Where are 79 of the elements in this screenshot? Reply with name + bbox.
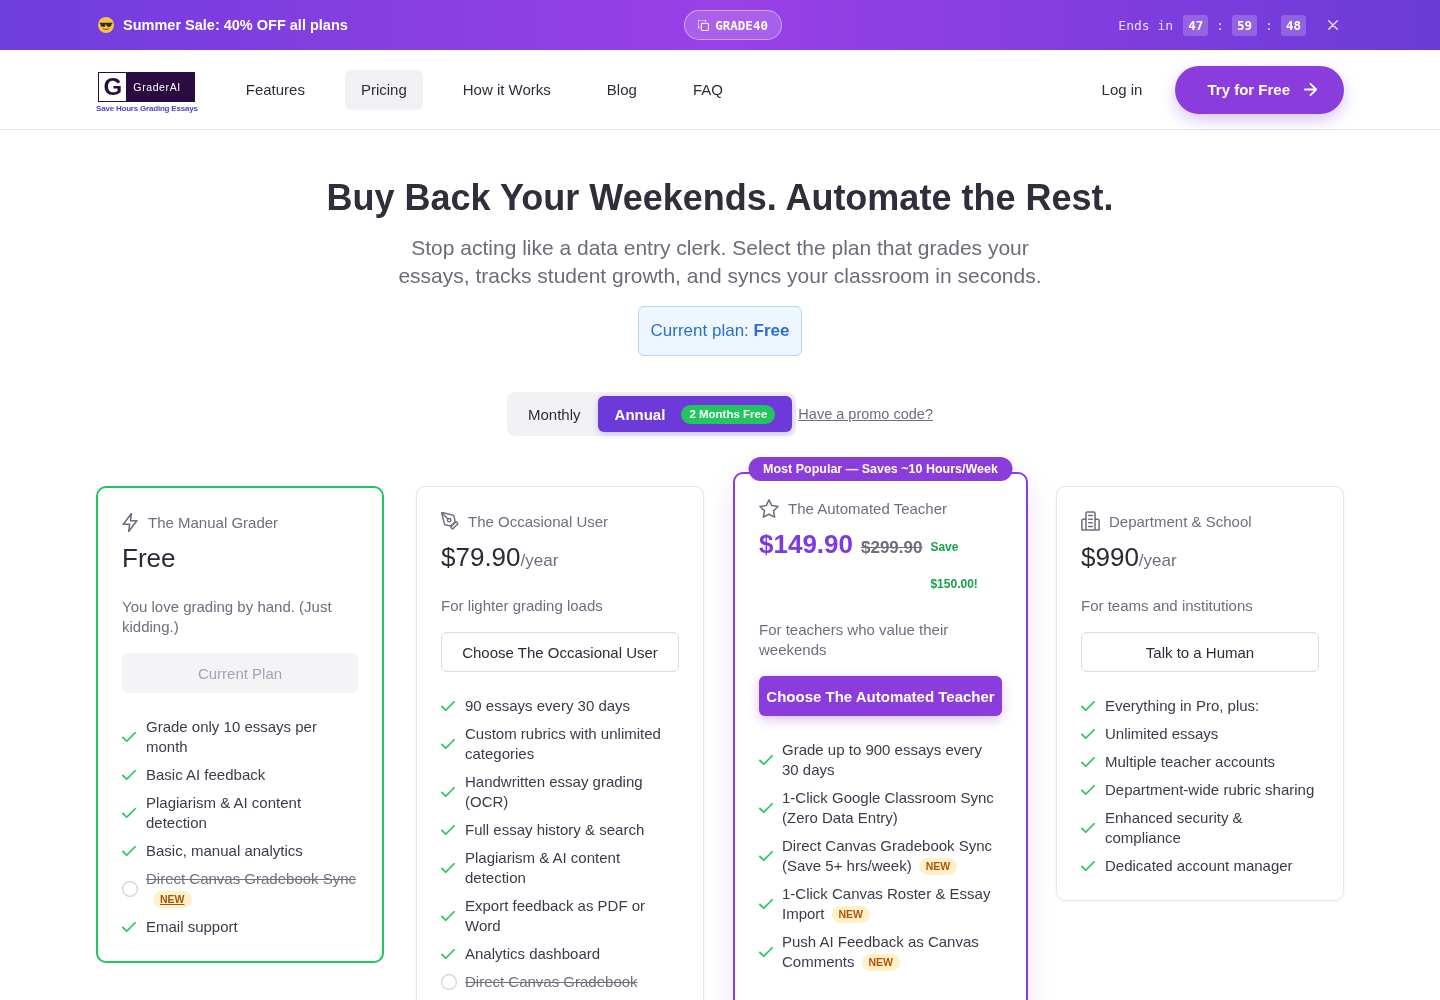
- plan-button[interactable]: Talk to a Human: [1081, 632, 1319, 672]
- logo-wordmark: GraderAI: [133, 80, 181, 93]
- countdown-value: 47: [1183, 14, 1209, 36]
- nav-link[interactable]: Features: [229, 69, 321, 110]
- feature-text: Direct Canvas Gradebook Sync NEW: [146, 869, 358, 909]
- feature-text: 90 essays every 30 days: [465, 696, 631, 716]
- page-subtitle: Stop acting like a data entry clerk. Select the plan that grades your essays, tracks student growth, and syncs your classroom in seconds.: [397, 235, 1043, 289]
- price-period: /year: [520, 551, 559, 570]
- feature-text: Basic, manual analytics: [146, 841, 303, 861]
- logo[interactable]: G GraderAI: [98, 71, 196, 102]
- plan-button[interactable]: Choose The Occasional User: [441, 632, 679, 672]
- plan-name: The Automated Teacher: [788, 499, 947, 517]
- feature-text: Direct Canvas Gradebook Sync (Save 5+ hrs/week) NEW: [782, 836, 994, 876]
- plan-name: The Manual Grader: [148, 513, 279, 531]
- feature-text: Dedicated account manager: [1105, 856, 1293, 876]
- login-link[interactable]: Log in: [1085, 71, 1159, 108]
- feature-text: Enhanced security & compliance: [1105, 808, 1244, 848]
- arrow-right-icon: [1304, 83, 1317, 96]
- countdown-separator: :: [1265, 17, 1273, 33]
- feature-text: Export feedback as PDF or Word: [465, 896, 647, 936]
- plan-price: $990: [1081, 542, 1139, 572]
- nav-link[interactable]: How it Works: [446, 69, 567, 110]
- feature-text: Plagiarism & AI content detection: [465, 848, 622, 888]
- feature-text: Custom rubrics with unlimited categories: [465, 724, 662, 764]
- copy-icon: [698, 19, 710, 31]
- feature-text: 1-Click Google Classroom Sync (Zero Data Entry): [782, 788, 995, 828]
- popular-label: Most Popular — Saves ~10 Hours/Week: [748, 457, 1013, 481]
- office-building-icon: [1081, 511, 1100, 531]
- feature-text: Grade up to 900 essays every 30 days: [782, 740, 984, 780]
- star-icon: [759, 498, 779, 518]
- plan-name: The Occasional User: [468, 512, 609, 530]
- plan-price: Free: [122, 543, 176, 573]
- nav-link[interactable]: Blog: [590, 69, 653, 110]
- feature-text: Unlimited essays: [1105, 724, 1219, 744]
- feature-text: 1-Click Canvas Roster & Essay Import NEW: [782, 884, 992, 924]
- feature-text: Analytics dashboard: [465, 944, 601, 964]
- nav-link[interactable]: Pricing: [344, 69, 423, 110]
- feature-text: Full essay history & search: [465, 820, 645, 840]
- lightning-bolt-icon: [122, 512, 139, 532]
- plan-price: $79.90: [441, 542, 521, 572]
- original-price: $299.90: [861, 538, 923, 557]
- plan-price: $149.90: [759, 529, 853, 559]
- feature-text: Department-wide rubric sharing: [1105, 780, 1315, 800]
- plan-description: For teams and institutions: [1081, 596, 1254, 616]
- page-title: Buy Back Your Weekends. Automate the Rest.: [325, 176, 1115, 220]
- savings-note: Save $150.00!: [930, 539, 978, 593]
- pen-nib-icon: [441, 512, 459, 530]
- try-for-free-button[interactable]: Try for Free: [1175, 65, 1344, 114]
- feature-text: Multiple teacher accounts: [1105, 752, 1276, 772]
- feature-text: Basic AI feedback: [146, 765, 266, 785]
- countdown-label: Ends in: [1118, 17, 1174, 33]
- promo-code-link[interactable]: Have a promo code?: [798, 406, 933, 422]
- current-plan-notice: Current plan: Free: [637, 306, 803, 356]
- feature-text: Push AI Feedback as Canvas Comments NEW: [782, 932, 980, 972]
- feature-text: Grade only 10 essays per month: [146, 717, 318, 757]
- billing-option[interactable]: Annual 2 Months Free: [597, 396, 793, 432]
- feature-text: Email support: [146, 917, 238, 937]
- sale-text: Summer Sale: 40% OFF all plans: [123, 17, 348, 33]
- feature-text: Everything in Pro, plus:: [1105, 696, 1260, 716]
- feature-text: Plagiarism & AI content detection: [146, 793, 303, 833]
- price-period: /year: [1138, 551, 1177, 570]
- plan-button[interactable]: Choose The Automated Teacher: [759, 676, 1002, 716]
- billing-option[interactable]: Monthly: [511, 396, 598, 432]
- sunglasses-face-icon: [98, 17, 114, 33]
- logo-tagline: Save Hours Grading Essays: [96, 103, 198, 114]
- countdown-value: 59: [1232, 14, 1258, 36]
- close-icon: [1328, 20, 1338, 30]
- discount-badge: 2 Months Free: [681, 404, 776, 424]
- countdown-separator: :: [1216, 17, 1225, 33]
- promo-code-button[interactable]: GRADE40: [684, 10, 782, 40]
- plan-name: Department & School: [1109, 512, 1252, 530]
- logo-mark: G: [99, 72, 127, 101]
- feature-text: Handwritten essay grading (OCR): [465, 772, 644, 812]
- plan-description: For lighter grading loads: [441, 596, 604, 616]
- plan-description: For teachers who value their weekends: [759, 620, 950, 660]
- plan-description: You love grading by hand. (Just kidding.): [122, 597, 333, 637]
- countdown-value: 48: [1280, 14, 1306, 36]
- feature-text: Direct Canvas Gradebook: [465, 972, 638, 992]
- nav-link[interactable]: FAQ: [676, 69, 739, 110]
